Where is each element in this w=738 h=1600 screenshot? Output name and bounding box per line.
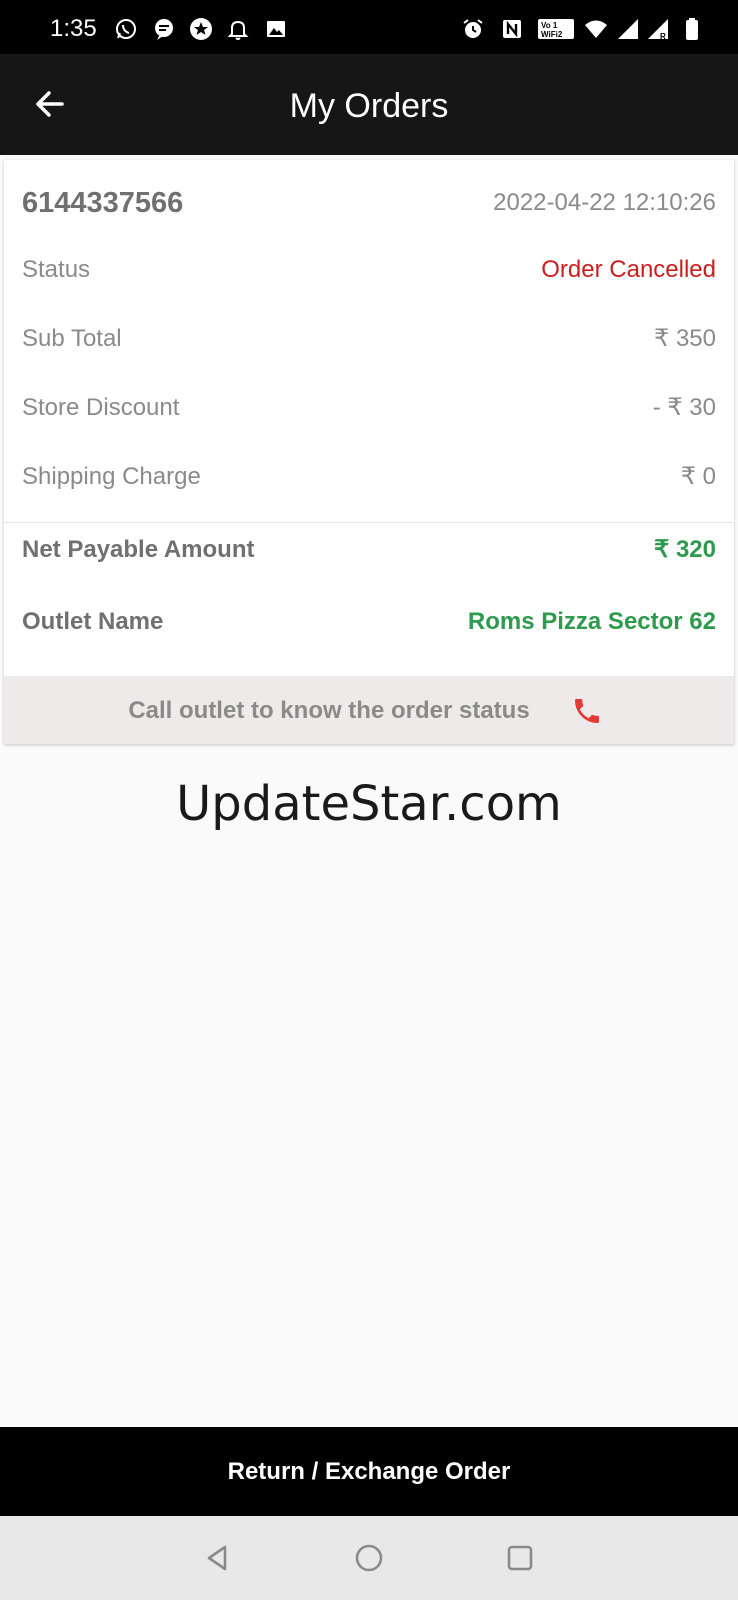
net-payable-label: Net Payable Amount bbox=[22, 536, 255, 563]
order-datetime: 2022-04-22 12:10:26 bbox=[493, 189, 716, 216]
shipping-charge-value: ₹ 0 bbox=[680, 463, 716, 490]
call-outlet-button[interactable]: Call outlet to know the order status bbox=[4, 676, 734, 744]
image-icon bbox=[267, 21, 285, 37]
whatsapp-icon bbox=[116, 19, 136, 39]
back-triangle-icon[interactable] bbox=[201, 1541, 235, 1575]
store-discount-value: - ₹ 30 bbox=[652, 394, 716, 421]
system-nav-bar bbox=[0, 1516, 738, 1600]
svg-text:WiFi2: WiFi2 bbox=[541, 30, 563, 39]
order-card[interactable]: 6144337566 2022-04-22 12:10:26 Status Or… bbox=[4, 160, 734, 744]
home-circle-icon[interactable] bbox=[352, 1541, 386, 1575]
card-divider bbox=[4, 522, 734, 523]
subtotal-value: ₹ 350 bbox=[654, 325, 716, 352]
outlet-value: Roms Pizza Sector 62 bbox=[467, 608, 716, 635]
shipping-charge-row: Shipping Charge ₹ 0 bbox=[22, 460, 716, 494]
wifi-icon bbox=[585, 20, 607, 38]
order-id: 6144337566 bbox=[22, 187, 184, 219]
recents-square-icon[interactable] bbox=[503, 1541, 537, 1575]
svg-text:Vo 1: Vo 1 bbox=[541, 21, 558, 30]
subtotal-label: Sub Total bbox=[22, 325, 122, 352]
store-discount-row: Store Discount - ₹ 30 bbox=[22, 391, 716, 425]
status-label: Status bbox=[22, 256, 91, 283]
nfc-icon bbox=[503, 20, 521, 38]
messages-icon bbox=[155, 19, 173, 40]
watermark: UpdateStar.com bbox=[176, 776, 562, 832]
subtotal-row: Sub Total ₹ 350 bbox=[22, 322, 716, 356]
shipping-charge-label: Shipping Charge bbox=[22, 463, 201, 490]
vowifi-icon: Vo 1 WiFi2 bbox=[538, 19, 574, 39]
return-exchange-button[interactable]: Return / Exchange Order bbox=[0, 1427, 738, 1516]
status-value: Order Cancelled bbox=[541, 256, 716, 283]
status-row: Status Order Cancelled bbox=[22, 253, 716, 287]
app-bar: My Orders bbox=[0, 54, 738, 155]
net-payable-value: ₹ 320 bbox=[654, 536, 716, 563]
outlet-row: Outlet Name Roms Pizza Sector 62 bbox=[22, 605, 716, 639]
store-discount-label: Store Discount bbox=[22, 394, 180, 421]
star-icon bbox=[190, 18, 212, 40]
svg-text:R: R bbox=[660, 32, 666, 41]
phone-icon[interactable] bbox=[571, 695, 603, 727]
outlet-label: Outlet Name bbox=[22, 608, 164, 635]
status-time: 1:35 bbox=[50, 15, 97, 42]
net-payable-row: Net Payable Amount ₹ 320 bbox=[22, 533, 716, 567]
page-title: My Orders bbox=[289, 87, 449, 125]
battery-icon bbox=[686, 18, 698, 40]
signal-icon bbox=[618, 19, 638, 39]
signal-roaming-icon: R bbox=[648, 19, 668, 41]
call-outlet-text: Call outlet to know the order status bbox=[128, 697, 530, 724]
alarm-icon bbox=[463, 19, 483, 38]
status-bar: 1:35 Vo 1 WiFi2 R bbox=[0, 0, 738, 54]
bell-icon bbox=[227, 20, 249, 40]
